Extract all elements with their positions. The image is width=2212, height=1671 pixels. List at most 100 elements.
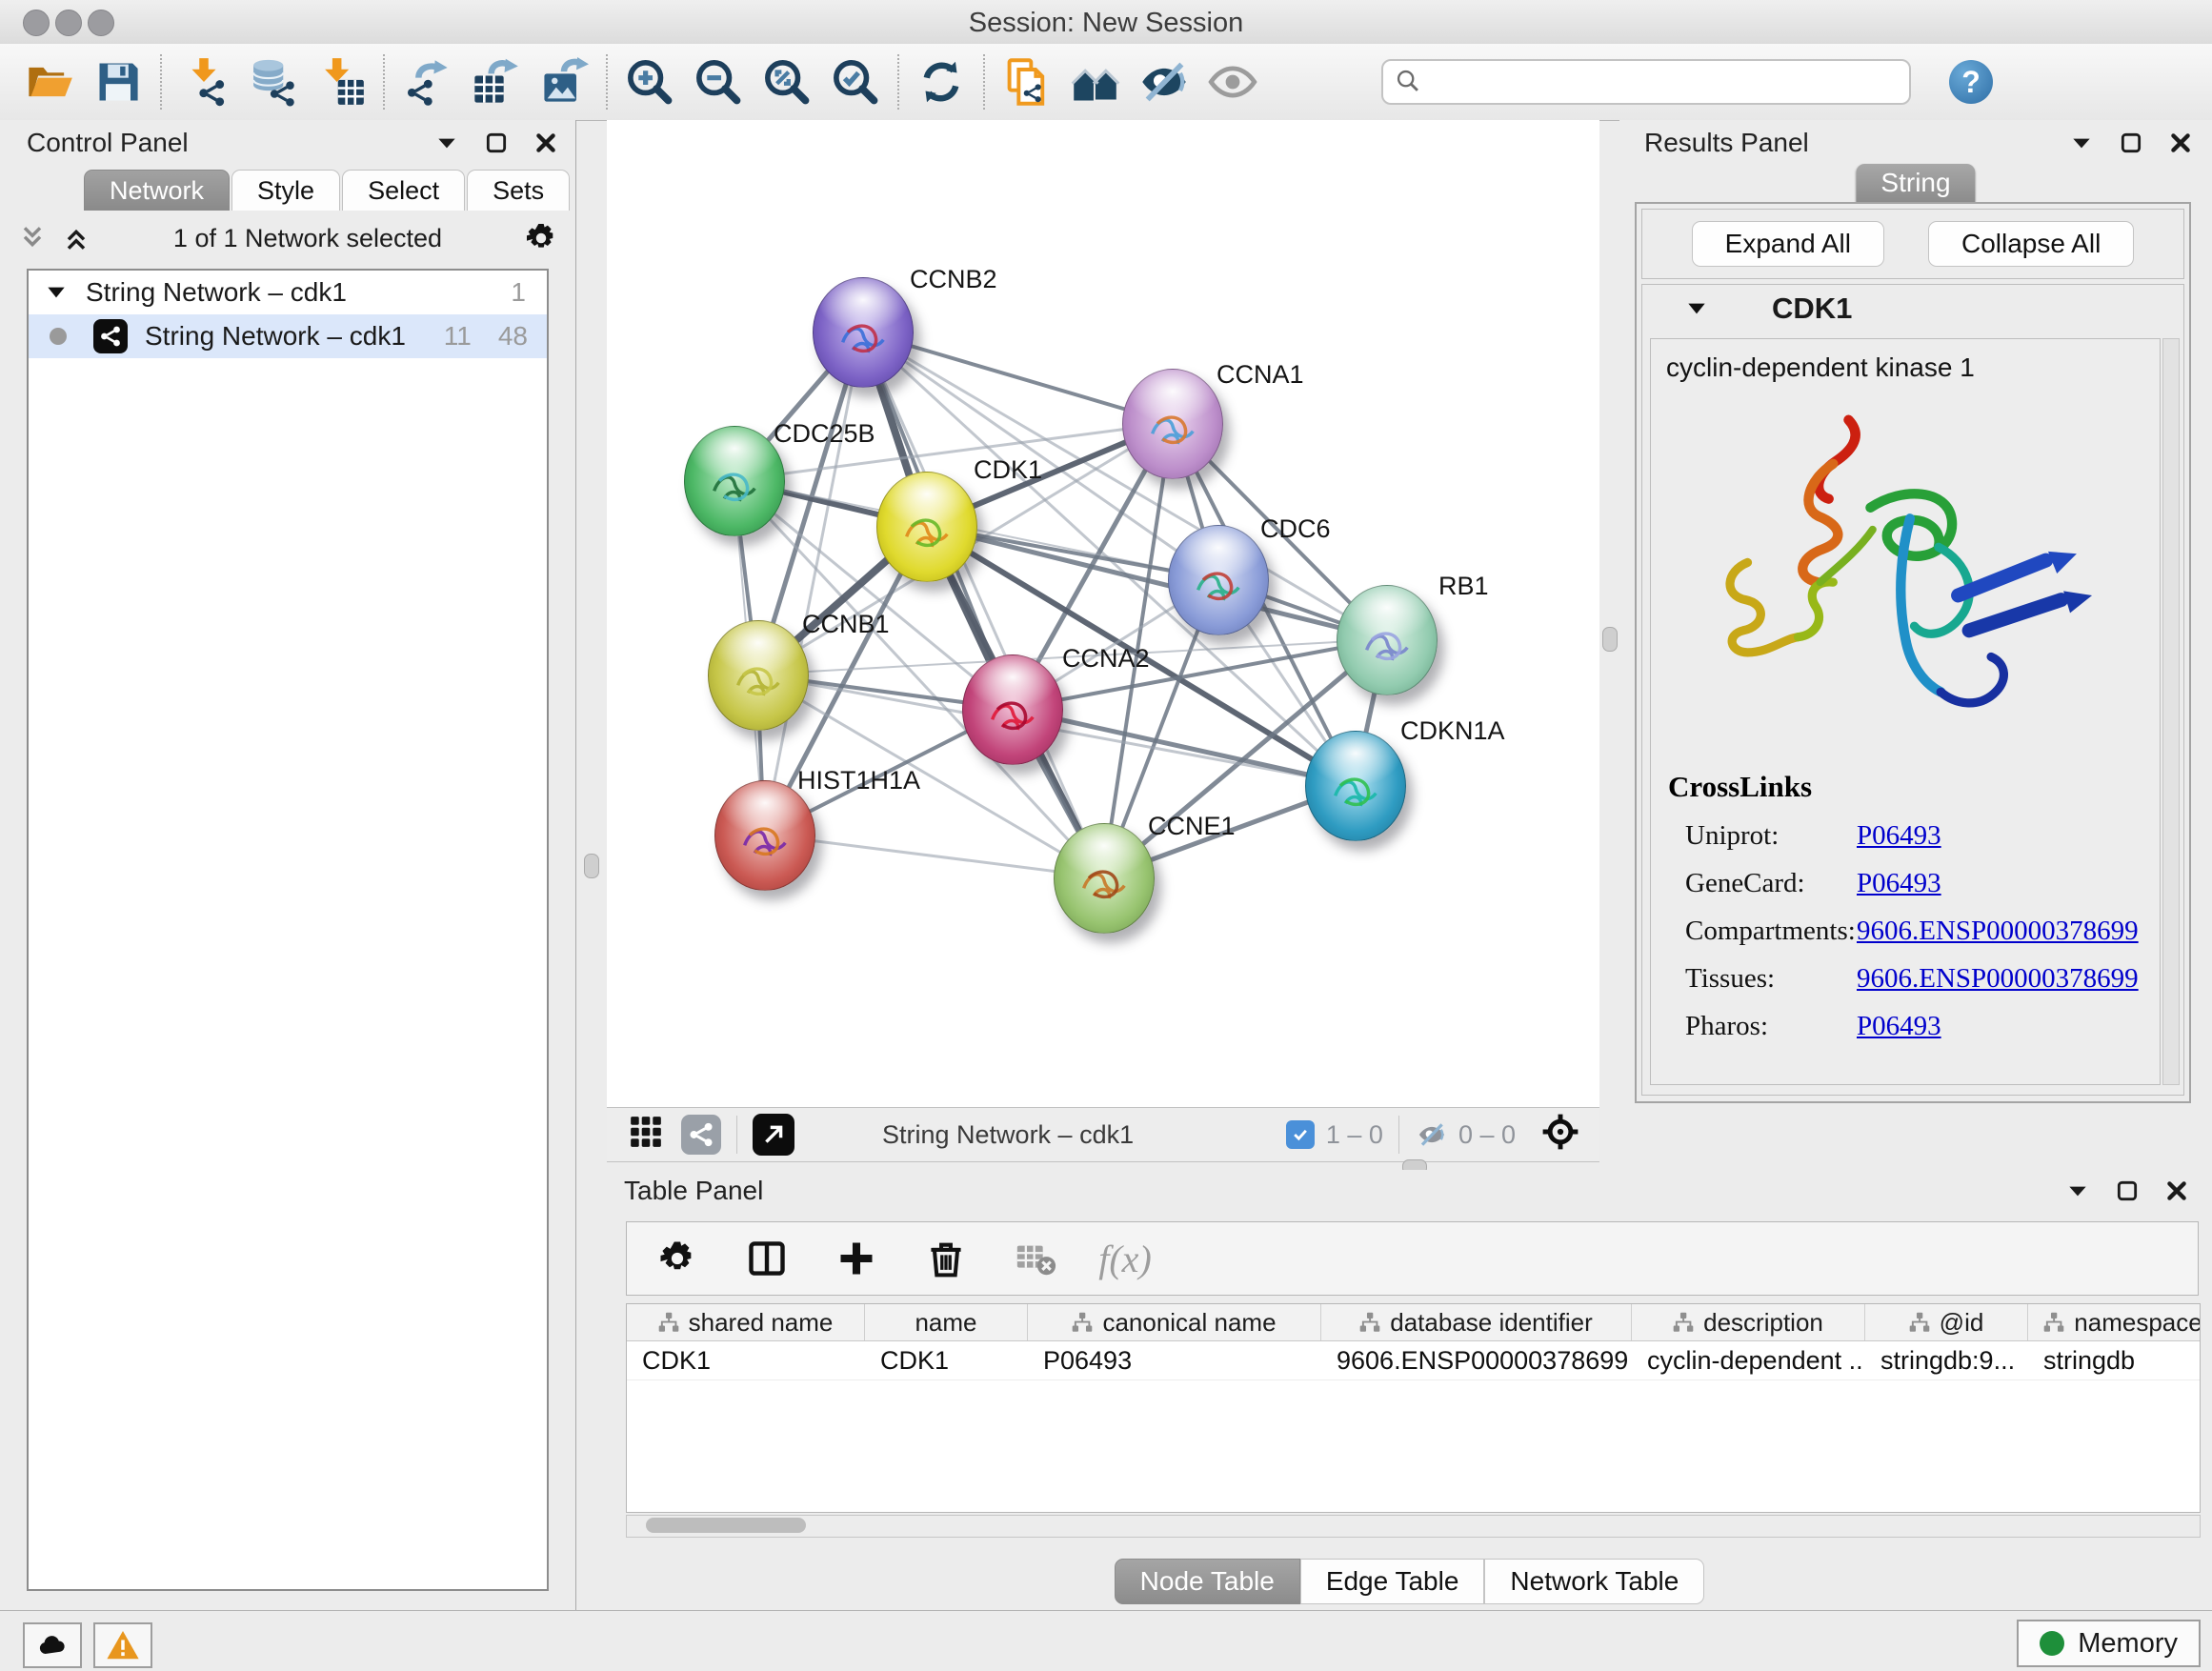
network-edge-ccnb2-ccne1[interactable] <box>862 332 1103 877</box>
column-header-canonical-name[interactable]: canonical name <box>1028 1304 1321 1340</box>
table-row[interactable]: CDK1CDK1P064939606.ENSP00000378699cyclin… <box>627 1341 2200 1380</box>
table-cell-shared-name[interactable]: CDK1 <box>627 1341 865 1379</box>
panel-menu-icon[interactable] <box>434 131 459 155</box>
clone-network-button[interactable] <box>993 50 1061 114</box>
network-node-cdk1[interactable] <box>876 472 977 582</box>
table-cell-namespace[interactable]: stringdb <box>2028 1341 2201 1379</box>
tab-edge-table[interactable]: Edge Table <box>1300 1559 1485 1604</box>
column-header-name[interactable]: name <box>865 1304 1028 1340</box>
crosslink-value-link[interactable]: P06493 <box>1857 820 1941 852</box>
selected-checkbox-icon[interactable] <box>1286 1120 1315 1149</box>
network-node-ccnb1[interactable] <box>708 620 809 731</box>
zoom-in-button[interactable] <box>615 50 684 114</box>
panel-close-icon[interactable] <box>2164 1178 2189 1203</box>
save-session-button[interactable] <box>84 50 152 114</box>
zoom-out-button[interactable] <box>684 50 753 114</box>
warnings-button[interactable] <box>93 1622 152 1668</box>
memory-button[interactable]: Memory <box>2017 1620 2201 1667</box>
network-edge-ccnb2-hist1h1a[interactable] <box>764 332 862 835</box>
import-network-file-button[interactable] <box>170 50 238 114</box>
network-node-cdkn1a[interactable] <box>1305 731 1406 841</box>
import-network-database-button[interactable] <box>238 50 307 114</box>
network-edge-ccna2-cdkn1a[interactable] <box>1012 709 1355 785</box>
tab-network-table[interactable]: Network Table <box>1484 1559 1704 1604</box>
table-cell--id[interactable]: stringdb:9... <box>1865 1341 2028 1379</box>
crosslink-value-link[interactable]: 9606.ENSP00000378699 <box>1857 916 2139 947</box>
network-canvas[interactable]: CCNB2CCNA1CDC25BCDK1CDC6RB1CCNB1CCNA2CDK… <box>607 120 1599 1107</box>
delete-table-button[interactable] <box>1010 1233 1061 1284</box>
export-table-button[interactable] <box>461 50 530 114</box>
add-column-button[interactable] <box>831 1233 882 1284</box>
zoom-selected-button[interactable] <box>821 50 890 114</box>
table-cell-description[interactable]: cyclin-dependent ... <box>1632 1341 1865 1379</box>
grid-menu-button[interactable] <box>628 1114 664 1157</box>
crosslink-value-link[interactable]: P06493 <box>1857 868 1941 899</box>
network-node-rb1[interactable] <box>1337 585 1438 695</box>
network-options-gear-icon[interactable] <box>524 221 558 255</box>
network-tree-item-row[interactable]: String Network – cdk1 11 48 <box>29 314 547 358</box>
export-image-button[interactable] <box>530 50 598 114</box>
column-header-description[interactable]: description <box>1632 1304 1865 1340</box>
collapse-all-chevron-icon[interactable] <box>17 223 48 253</box>
collapse-all-button[interactable]: Collapse All <box>1928 221 2134 267</box>
crosslink-value-link[interactable]: P06493 <box>1857 1011 1941 1042</box>
fit-content-button[interactable] <box>1540 1112 1580 1158</box>
birdseye-view-button[interactable] <box>753 1114 794 1156</box>
network-node-cdc6[interactable] <box>1168 525 1269 635</box>
network-node-cdc25b[interactable] <box>684 426 785 536</box>
panel-close-icon[interactable] <box>2168 131 2193 155</box>
column-header--id[interactable]: @id <box>1865 1304 2028 1340</box>
tab-sets[interactable]: Sets <box>467 170 570 211</box>
annotation-mode-button[interactable] <box>681 1115 721 1155</box>
panel-float-icon[interactable] <box>484 131 509 155</box>
tab-string[interactable]: String <box>1856 164 1975 202</box>
table-cell-name[interactable]: CDK1 <box>865 1341 1028 1379</box>
table-settings-button[interactable] <box>652 1233 703 1284</box>
panel-float-icon[interactable] <box>2119 131 2143 155</box>
panel-menu-icon[interactable] <box>2065 1178 2090 1203</box>
panel-float-icon[interactable] <box>2115 1178 2140 1203</box>
right-splitter-handle[interactable] <box>1602 627 1618 652</box>
network-tree-root-row[interactable]: String Network – cdk1 1 <box>29 271 547 314</box>
tab-select[interactable]: Select <box>342 170 465 211</box>
search-input[interactable] <box>1381 59 1911 105</box>
network-node-ccne1[interactable] <box>1054 823 1155 934</box>
tab-style[interactable]: Style <box>231 170 340 211</box>
table-cell-database-identifier[interactable]: 9606.ENSP00000378699 <box>1321 1341 1632 1379</box>
column-header-namespace[interactable]: namespace <box>2028 1304 2201 1340</box>
table-horizontal-scrollbar[interactable] <box>626 1515 2201 1538</box>
hide-selected-button[interactable] <box>1130 50 1198 114</box>
left-splitter-handle[interactable] <box>584 854 599 878</box>
network-node-ccna2[interactable] <box>962 654 1063 765</box>
network-node-hist1h1a[interactable] <box>714 780 815 891</box>
table-cell-canonical-name[interactable]: P06493 <box>1028 1341 1321 1379</box>
crosslink-value-link[interactable]: 9606.ENSP00000378699 <box>1857 963 2139 995</box>
function-builder-button[interactable]: f(x) <box>1099 1233 1151 1284</box>
first-neighbors-button[interactable] <box>1061 50 1130 114</box>
tab-node-table[interactable]: Node Table <box>1115 1559 1300 1604</box>
section-expander-icon[interactable] <box>1684 296 1709 321</box>
results-scrollbar[interactable] <box>2162 338 2180 1085</box>
gene-section-header[interactable]: CDK1 <box>1642 285 2183 332</box>
scrollbar-thumb[interactable] <box>646 1518 806 1533</box>
show-all-button[interactable] <box>1198 50 1267 114</box>
help-button[interactable]: ? <box>1949 60 1993 104</box>
refresh-layout-button[interactable] <box>907 50 975 114</box>
import-table-file-button[interactable] <box>307 50 375 114</box>
column-header-database-identifier[interactable]: database identifier <box>1321 1304 1632 1340</box>
open-session-button[interactable] <box>15 50 84 114</box>
export-network-button[interactable] <box>392 50 461 114</box>
column-header-shared-name[interactable]: shared name <box>627 1304 865 1340</box>
tree-expander-icon[interactable] <box>44 280 69 305</box>
panel-menu-icon[interactable] <box>2069 131 2094 155</box>
show-columns-button[interactable] <box>741 1233 793 1284</box>
expand-all-button[interactable]: Expand All <box>1692 221 1884 267</box>
network-node-ccnb2[interactable] <box>813 277 914 388</box>
zoom-fit-button[interactable] <box>753 50 821 114</box>
tab-network[interactable]: Network <box>84 170 230 211</box>
delete-column-button[interactable] <box>920 1233 972 1284</box>
panel-close-icon[interactable] <box>533 131 558 155</box>
cloud-status-button[interactable] <box>23 1622 82 1668</box>
network-node-ccna1[interactable] <box>1122 369 1223 479</box>
expand-all-chevron-icon[interactable] <box>61 223 91 253</box>
